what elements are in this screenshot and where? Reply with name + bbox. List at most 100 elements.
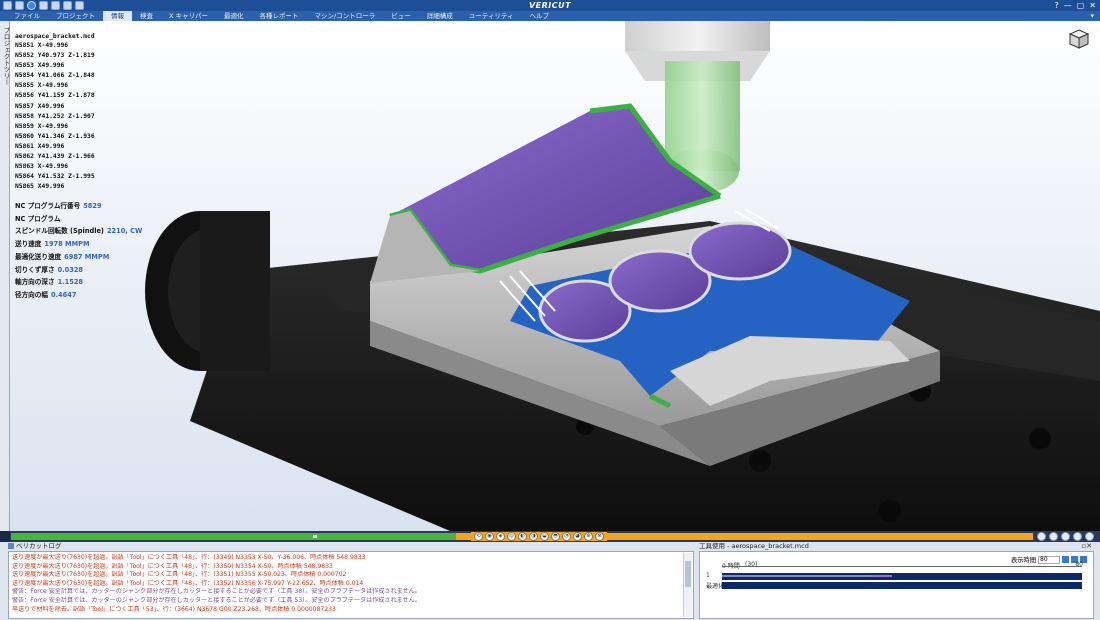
bolt-icon — [749, 450, 771, 472]
help-window-button[interactable]: ? — [1054, 0, 1058, 11]
time-ruler — [722, 566, 1082, 571]
menu-analysis[interactable]: 検査 — [132, 11, 161, 21]
nc-line: N5852 Y40.973 Z-1.819 — [15, 52, 95, 60]
minimize-button[interactable]: — — [1064, 0, 1072, 11]
tool-icon-8[interactable]: ◓ — [551, 532, 560, 541]
tool-icon-2[interactable]: ◉ — [485, 532, 494, 541]
info-row-spindle: スピンドル回転数 (Spindle) 2210, CW — [15, 227, 143, 236]
pocket-3 — [688, 221, 792, 281]
rewind-icon[interactable] — [1037, 532, 1046, 541]
tool-icon-9[interactable]: ◔ — [562, 532, 571, 541]
optimized-usage-bar[interactable] — [722, 582, 1082, 589]
nc-program-overlay: aerospace_bracket.mcd N5851 X-49.996 N58… — [15, 33, 95, 192]
menu-info[interactable]: 情報 — [103, 11, 132, 21]
tool-icon-10[interactable]: ◕ — [573, 532, 582, 541]
progress-fill — [11, 533, 456, 540]
stop-icon[interactable] — [1049, 532, 1058, 541]
tool-usage-header: 工具使用 - aerospace_bracket.mcd — [699, 542, 809, 551]
menu-view[interactable]: ビュー — [383, 11, 419, 21]
tool-usage-bar[interactable] — [722, 573, 1082, 580]
nc-line: N5856 Y41.159 Z-1.878 — [15, 92, 95, 100]
menu-optimize[interactable]: 最適化 — [216, 11, 252, 21]
project-tree-tab[interactable]: プロジェクトツリー — [0, 21, 10, 531]
tool-icon-7[interactable]: ◒ — [540, 532, 549, 541]
nc-line: N5859 X-49.996 — [15, 122, 69, 130]
close-button[interactable]: ✕ — [1089, 0, 1096, 11]
tool-icon-1[interactable]: ⟲ — [474, 532, 483, 541]
nc-line: N5858 Y41.252 Z-1.907 — [15, 112, 95, 120]
simulation-viewport[interactable]: aerospace_bracket.mcd N5851 X-49.996 N58… — [10, 21, 1100, 531]
tool-icon-6[interactable]: ◑ — [529, 532, 538, 541]
tool-icon-12[interactable]: ⊗ — [595, 532, 604, 541]
play-icon[interactable] — [1073, 532, 1082, 541]
bottom-panels: ベリカットログ 送り速度が最大送り(7630)を超過。訳語「Tool」につく工具… — [0, 542, 1100, 620]
ribbon-collapse-icon[interactable]: ▾ — [1090, 11, 1094, 21]
display-time-input[interactable]: 80 — [1038, 555, 1060, 564]
tool-icon-4[interactable]: ◎ — [507, 532, 516, 541]
tool-icon-3[interactable]: ◈ — [496, 532, 505, 541]
log-line: 送り速度が最大送り(7630)を超過。訳語「Tool」につく工具「48」、行：(… — [12, 554, 366, 561]
zoom-in-button[interactable] — [1062, 556, 1069, 563]
nc-line: N5865 X49.996 — [15, 183, 65, 191]
info-row-program: NC プログラム — [15, 214, 61, 223]
log-line: 送り速度が最大送り(7630)を超過。訳語「Tool」につく工具「48」、行：(… — [12, 571, 347, 579]
menu-bar: ファイル プロジェクト 情報 検査 X キャリパー 最適化 各種レポート マシン… — [0, 11, 1100, 21]
bolt-icon — [1029, 428, 1051, 450]
scroll-thumb[interactable] — [685, 561, 691, 587]
nc-file-name: aerospace_bracket.mcd — [15, 33, 95, 40]
app-title: VERICUT — [528, 1, 572, 10]
menu-configuration[interactable]: 詳細構成 — [419, 11, 461, 21]
log-panel: 送り速度が最大送り(7630)を超過。訳語「Tool」につく工具「48」、行：(… — [8, 551, 694, 619]
playback-toolbar: ⟲ ◉ ◈ ◎ ◐ ◑ ◒ ◓ ◔ ◕ ⊕ ⊗ — [471, 532, 607, 541]
menu-x-caliper[interactable]: X キャリパー — [161, 11, 216, 21]
simulation-progress-bar: ⟲ ◉ ◈ ◎ ◐ ◑ ◒ ◓ ◔ ◕ ⊕ ⊗ — [10, 531, 1100, 542]
step-icon[interactable] — [1061, 532, 1070, 541]
log-line: 警告：Force 安全計算では、カッターのシャンク部分が存在しカッターと接するこ… — [12, 596, 421, 604]
info-row-line-number: NC プログラム行番号 5829 — [15, 202, 102, 210]
tool-panel-close-icon[interactable]: ▫✕ — [1081, 542, 1092, 551]
nc-line: N5861 X49.996 — [15, 142, 65, 150]
maximize-button[interactable]: ▢ — [1077, 0, 1085, 11]
title-bar: VERICUT ? — ▢ ✕ — [0, 0, 1100, 11]
menu-machine-control[interactable]: マシン/コントローラ — [307, 11, 384, 21]
log-icon — [8, 543, 14, 549]
info-row-axial-depth: 軸方向の深さ 1.1528 — [15, 278, 84, 287]
nc-line: N5853 X49.996 — [15, 62, 65, 70]
log-panel-header: ベリカットログ — [8, 542, 62, 551]
tool-usage-panel: 表示時間 80 0 時間 (30) 80 1 最適化 1 — [699, 551, 1094, 619]
menu-help[interactable]: ヘルプ — [521, 11, 557, 21]
display-time-label: 表示時間 — [1010, 557, 1036, 564]
nc-line: N5864 Y41.532 Z-1.995 — [15, 173, 95, 181]
menu-project[interactable]: プロジェクト — [48, 11, 103, 21]
log-line: 警告：Force 安全計算では、カッターのシャンク部分が存在しカッターと接するこ… — [12, 588, 421, 596]
status-info-overlay: NC プログラム行番号 5829 NC プログラム スピンドル回転数 (Spind… — [15, 200, 142, 302]
nc-line: N5857 X49.996 — [15, 102, 65, 110]
log-lines: 送り速度が最大送り(7630)を超過。訳語「Tool」につく工具「48」、行：(… — [12, 554, 681, 614]
nc-line: N5862 Y41.439 Z-1.966 — [15, 153, 95, 161]
playback-controls — [1037, 532, 1094, 541]
menu-utilities[interactable]: ユーティリティ — [461, 11, 522, 21]
bolt-icon — [879, 500, 901, 522]
log-scrollbar[interactable] — [683, 553, 692, 617]
log-line: 早送りで材料を除去。訳語「Tool」につく工具「53」、行：(3664) N36… — [12, 605, 336, 613]
menu-reports[interactable]: 各種レポート — [252, 11, 307, 21]
tool-usage-title: 工具使用 - aerospace_bracket.mcd — [699, 542, 809, 550]
view-cube-icon[interactable] — [1068, 28, 1090, 50]
info-row-radial-width: 径方向の幅 0.4647 — [15, 290, 77, 299]
menu-file[interactable]: ファイル — [6, 11, 48, 21]
progress-track[interactable]: ⟲ ◉ ◈ ◎ ◐ ◑ ◒ ◓ ◔ ◕ ⊕ ⊗ — [11, 532, 1033, 541]
tool-icon-11[interactable]: ⊕ — [584, 532, 593, 541]
tool-icon-5[interactable]: ◐ — [518, 532, 527, 541]
fast-forward-icon[interactable] — [1085, 532, 1094, 541]
progress-marker[interactable] — [313, 535, 317, 538]
nc-line: N5863 X-49.996 — [15, 163, 69, 171]
info-row-chip-thickness: 切りくず厚さ 0.0328 — [15, 265, 84, 274]
window-controls: ? — ▢ ✕ — [1054, 0, 1096, 11]
machine-scene — [145, 21, 1100, 531]
info-row-optimized-feed: 最適化送り速度 6987 MMPM — [15, 252, 110, 261]
tool-row-label: 1 — [706, 572, 710, 579]
nc-line: N5860 Y41.346 Z-1.936 — [15, 132, 95, 140]
log-line: 送り速度が最大送り(7630)を超過。訳語「Tool」につく工具「48」、行：(… — [12, 562, 333, 570]
log-line: 送り速度が最大送り(7630)を超過。訳語「Tool」につく工具「48」、行：(… — [12, 579, 364, 587]
nc-line: N5854 Y41.066 Z-1.848 — [15, 72, 95, 80]
